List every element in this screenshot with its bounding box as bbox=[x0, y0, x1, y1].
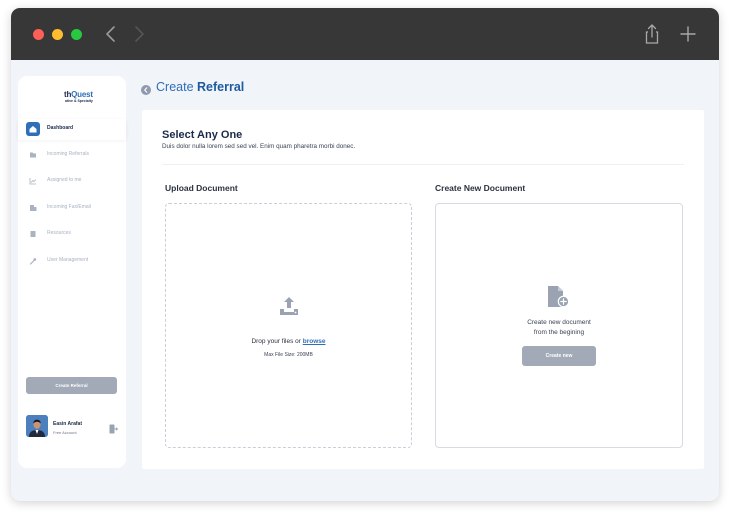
window-titlebar bbox=[11, 8, 719, 60]
maximize-window-button[interactable] bbox=[71, 29, 82, 40]
logo-tagline: ative & Specialty bbox=[65, 99, 93, 103]
card-title: Select Any One bbox=[162, 129, 243, 141]
app-window: thQuest ative & Specialty Dashboard Inco… bbox=[11, 8, 719, 501]
drop-files-text: Drop your files or browse bbox=[251, 338, 326, 345]
card-divider bbox=[162, 164, 684, 165]
avatar[interactable] bbox=[26, 415, 48, 437]
upload-dropzone[interactable]: Drop your files or browse Max File Size:… bbox=[165, 203, 412, 448]
sidebar-item-label: User Management bbox=[47, 257, 89, 263]
max-file-size: Max File Size: 200MB bbox=[264, 352, 313, 358]
fax-icon bbox=[26, 201, 40, 215]
minimize-window-button[interactable] bbox=[52, 29, 63, 40]
chart-icon bbox=[26, 174, 40, 188]
browse-link[interactable]: browse bbox=[303, 338, 326, 345]
sidebar: thQuest ative & Specialty Dashboard Inco… bbox=[18, 76, 126, 468]
new-document-icon bbox=[547, 285, 573, 309]
folder-icon bbox=[26, 148, 40, 162]
forward-arrow-icon[interactable] bbox=[127, 22, 151, 46]
sidebar-item-incoming-referrals[interactable]: Incoming Referrals bbox=[26, 148, 122, 162]
share-icon[interactable] bbox=[640, 22, 664, 46]
user-name: Easin Arafat bbox=[53, 421, 82, 427]
sidebar-item-resources[interactable]: Resources bbox=[26, 227, 122, 241]
upload-document-heading: Upload Document bbox=[165, 183, 238, 193]
create-new-button[interactable]: Create new bbox=[522, 346, 596, 366]
page-title-text: Create Referral bbox=[156, 80, 245, 94]
book-icon bbox=[26, 227, 40, 241]
app-logo[interactable]: thQuest ative & Specialty bbox=[64, 90, 104, 104]
new-tab-plus-icon[interactable] bbox=[676, 22, 700, 46]
home-icon bbox=[26, 122, 40, 136]
sidebar-item-label: Resources bbox=[47, 230, 71, 236]
back-arrow-icon[interactable] bbox=[99, 22, 123, 46]
referral-card: Select Any One Duis dolor nulla lorem se… bbox=[142, 110, 704, 469]
sidebar-item-label: Incoming Fax/Email bbox=[47, 204, 91, 210]
create-referral-button[interactable]: Create Referral bbox=[26, 377, 117, 394]
close-window-button[interactable] bbox=[33, 29, 44, 40]
sidebar-item-label: Assigned to me bbox=[47, 177, 82, 183]
logo-wordmark: thQuest bbox=[64, 90, 93, 99]
card-subtitle: Duis dolor nulla lorem sed sed vel. Enim… bbox=[162, 143, 356, 150]
create-new-document-text: Create new document from the begining bbox=[527, 319, 591, 336]
sidebar-item-label: Incoming Referrals bbox=[47, 151, 89, 157]
logout-icon[interactable] bbox=[109, 421, 119, 434]
user-plan: Free Account bbox=[53, 430, 77, 435]
upload-icon bbox=[278, 295, 300, 317]
sidebar-item-incoming-fax-email[interactable]: Incoming Fax/Email bbox=[26, 201, 122, 215]
wrench-icon bbox=[26, 254, 40, 268]
sidebar-item-user-management[interactable]: User Management bbox=[26, 254, 122, 268]
sidebar-item-label: Dashboard bbox=[47, 125, 74, 131]
create-new-document-heading: Create New Document bbox=[435, 183, 526, 193]
create-new-document-panel: Create new document from the begining Cr… bbox=[435, 203, 683, 448]
sidebar-item-assigned-to-me[interactable]: Assigned to me bbox=[26, 174, 122, 188]
sidebar-item-dashboard[interactable]: Dashboard bbox=[26, 122, 122, 136]
back-circle-icon[interactable] bbox=[141, 82, 151, 95]
